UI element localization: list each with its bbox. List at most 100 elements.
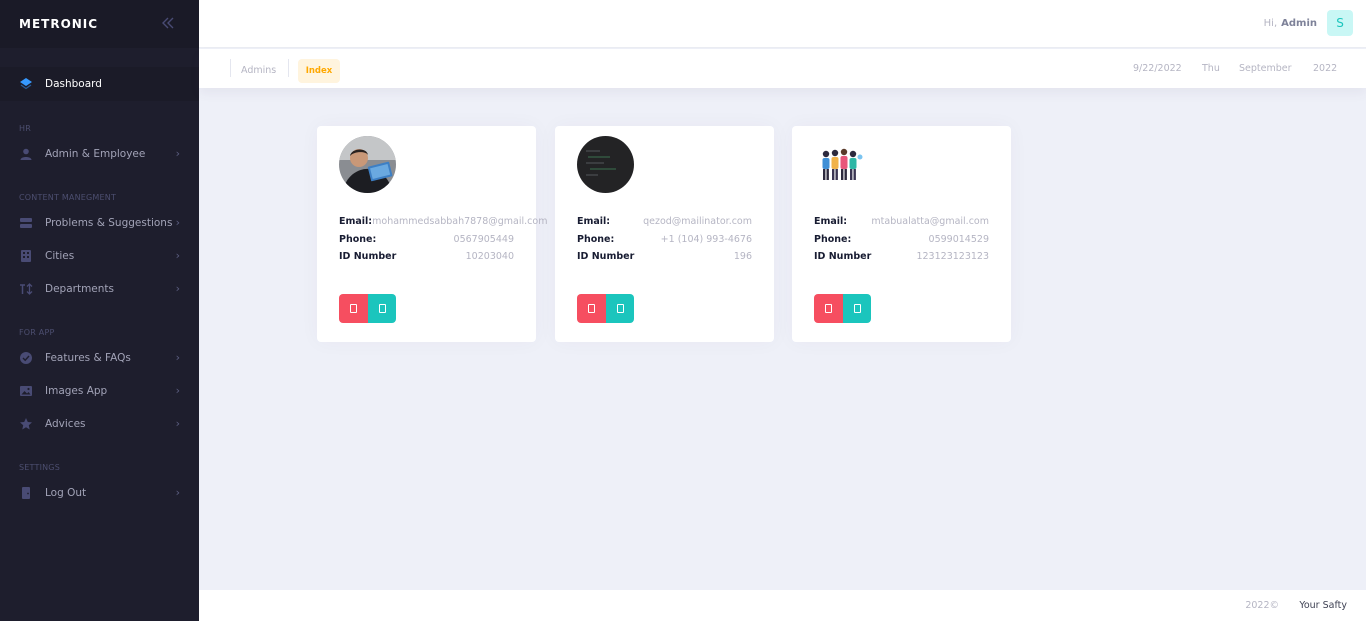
- breadcrumb-admins[interactable]: Admins: [241, 65, 276, 76]
- id-row: ID Number 10203040: [339, 248, 514, 266]
- sidebar-item-advices[interactable]: Advices ›: [0, 407, 199, 440]
- chevron-right-icon: ›: [175, 147, 180, 160]
- layers-icon: [19, 77, 33, 91]
- current-day: Thu: [1202, 63, 1220, 74]
- chevron-right-icon: ›: [175, 216, 180, 229]
- email-label: Email:: [339, 216, 373, 228]
- id-label: ID Number: [577, 251, 635, 263]
- sidebar: METRONIC Dashboard HR Admin & Employee ›…: [0, 0, 199, 621]
- chevron-right-icon: ›: [175, 249, 180, 262]
- section-app: FOR APP: [19, 328, 55, 337]
- edit-button[interactable]: [843, 294, 871, 323]
- admin-card: Email: qezod@mailinator.com Phone: +1 (1…: [555, 126, 774, 342]
- id-row: ID Number 123123123123: [814, 248, 989, 266]
- sidebar-item-problems[interactable]: Problems & Suggestions ›: [0, 206, 199, 239]
- phone-label: Phone:: [339, 233, 377, 245]
- double-chevron-left-icon[interactable]: [161, 15, 175, 34]
- phone-label: Phone:: [577, 233, 615, 245]
- edit-button[interactable]: [606, 294, 634, 323]
- admin-card: Email: mtabualatta@gmail.com Phone: 0599…: [792, 126, 1011, 342]
- id-value: 10203040: [465, 251, 514, 263]
- email-label: Email:: [814, 216, 848, 228]
- chevron-right-icon: ›: [175, 282, 180, 295]
- phone-row: Phone: 0567905449: [339, 231, 514, 249]
- image-icon: [19, 384, 33, 398]
- footer: 2022© Your Safty: [199, 590, 1366, 621]
- sidebar-item-features[interactable]: Features & FAQs ›: [0, 341, 199, 374]
- admin-card: Email: mohammedsabbah7878@gmail.com Phon…: [317, 126, 547, 342]
- section-hr: HR: [19, 124, 31, 133]
- sidebar-item-label: Log Out: [45, 486, 87, 499]
- id-row: ID Number 196: [577, 248, 752, 266]
- email-row: Email: mtabualatta@gmail.com: [814, 213, 989, 231]
- star-icon: [19, 417, 33, 431]
- sidebar-item-logout[interactable]: Log Out ›: [0, 476, 199, 509]
- chevron-right-icon: ›: [175, 351, 180, 364]
- profile-photo: [339, 136, 396, 193]
- brand-bar: METRONIC: [0, 0, 199, 48]
- email-value: mohammedsabbah7878@gmail.com: [372, 216, 548, 228]
- footer-year: 2022©: [1245, 600, 1279, 611]
- door-icon: [19, 486, 33, 500]
- sidebar-item-label: Images App: [45, 384, 108, 397]
- check-circle-icon: [19, 351, 33, 365]
- email-row: Email: mohammedsabbah7878@gmail.com: [339, 213, 547, 231]
- avatar[interactable]: S: [1327, 10, 1353, 36]
- current-date: 9/22/2022: [1133, 63, 1182, 74]
- chevron-right-icon: ›: [175, 384, 180, 397]
- card-actions: [577, 294, 634, 323]
- sidebar-item-label: Advices: [45, 417, 86, 430]
- breadcrumb-separator: [230, 59, 231, 77]
- building-icon: [19, 249, 33, 263]
- delete-button[interactable]: [814, 294, 843, 323]
- edit-icon: [853, 304, 861, 313]
- delete-button[interactable]: [577, 294, 606, 323]
- team-illustration: [814, 136, 871, 193]
- sidebar-item-label: Features & FAQs: [45, 351, 131, 364]
- edit-icon: [616, 304, 624, 313]
- brand-logo[interactable]: METRONIC: [19, 17, 98, 31]
- email-label: Email:: [577, 216, 611, 228]
- breadcrumb-separator: [288, 59, 289, 77]
- delete-button[interactable]: [339, 294, 368, 323]
- current-year: 2022: [1313, 63, 1338, 74]
- card-actions: [814, 294, 871, 323]
- id-value: 196: [733, 251, 752, 263]
- trash-icon: [350, 304, 357, 313]
- sidebar-item-label: Departments: [45, 282, 115, 295]
- sidebar-item-admin-employee[interactable]: Admin & Employee ›: [0, 137, 199, 170]
- breadcrumb-index[interactable]: Index: [298, 59, 340, 83]
- email-row: Email: qezod@mailinator.com: [577, 213, 752, 231]
- id-label: ID Number: [339, 251, 397, 263]
- trash-icon: [825, 304, 832, 313]
- sidebar-item-cities[interactable]: Cities ›: [0, 239, 199, 272]
- user-menu[interactable]: Hi, Admin S: [1264, 10, 1353, 36]
- phone-value: 0599014529: [928, 233, 989, 245]
- sidebar-item-label: Problems & Suggestions: [45, 216, 173, 229]
- sidebar-item-departments[interactable]: Departments ›: [0, 272, 199, 305]
- phone-row: Phone: 0599014529: [814, 231, 989, 249]
- edit-button[interactable]: [368, 294, 396, 323]
- section-content: CONTENT MANEGMENT: [19, 193, 117, 202]
- admin-info: Email: qezod@mailinator.com Phone: +1 (1…: [577, 213, 752, 266]
- phone-row: Phone: +1 (104) 993-4676: [577, 231, 752, 249]
- sidebar-item-dashboard[interactable]: Dashboard: [0, 67, 199, 101]
- chevron-right-icon: ›: [175, 486, 180, 499]
- sort-icon: [19, 282, 33, 296]
- user-name: Admin: [1281, 17, 1317, 29]
- footer-brand-link[interactable]: Your Safty: [1299, 600, 1347, 611]
- phone-label: Phone:: [814, 233, 852, 245]
- section-settings: SETTINGS: [19, 463, 60, 472]
- phone-value: +1 (104) 993-4676: [660, 233, 752, 245]
- trash-icon: [588, 304, 595, 313]
- sidebar-item-label: Admin & Employee: [45, 147, 146, 160]
- admin-info: Email: mohammedsabbah7878@gmail.com Phon…: [339, 213, 547, 266]
- sidebar-item-label: Cities: [45, 249, 75, 262]
- profile-photo: [577, 136, 634, 193]
- current-month: September: [1239, 63, 1292, 74]
- subheader: Admins Index 9/22/2022 Thu September 202…: [199, 49, 1366, 88]
- server-icon: [19, 216, 33, 230]
- email-value: qezod@mailinator.com: [643, 216, 752, 228]
- id-value: 123123123123: [916, 251, 989, 263]
- sidebar-item-images[interactable]: Images App ›: [0, 374, 199, 407]
